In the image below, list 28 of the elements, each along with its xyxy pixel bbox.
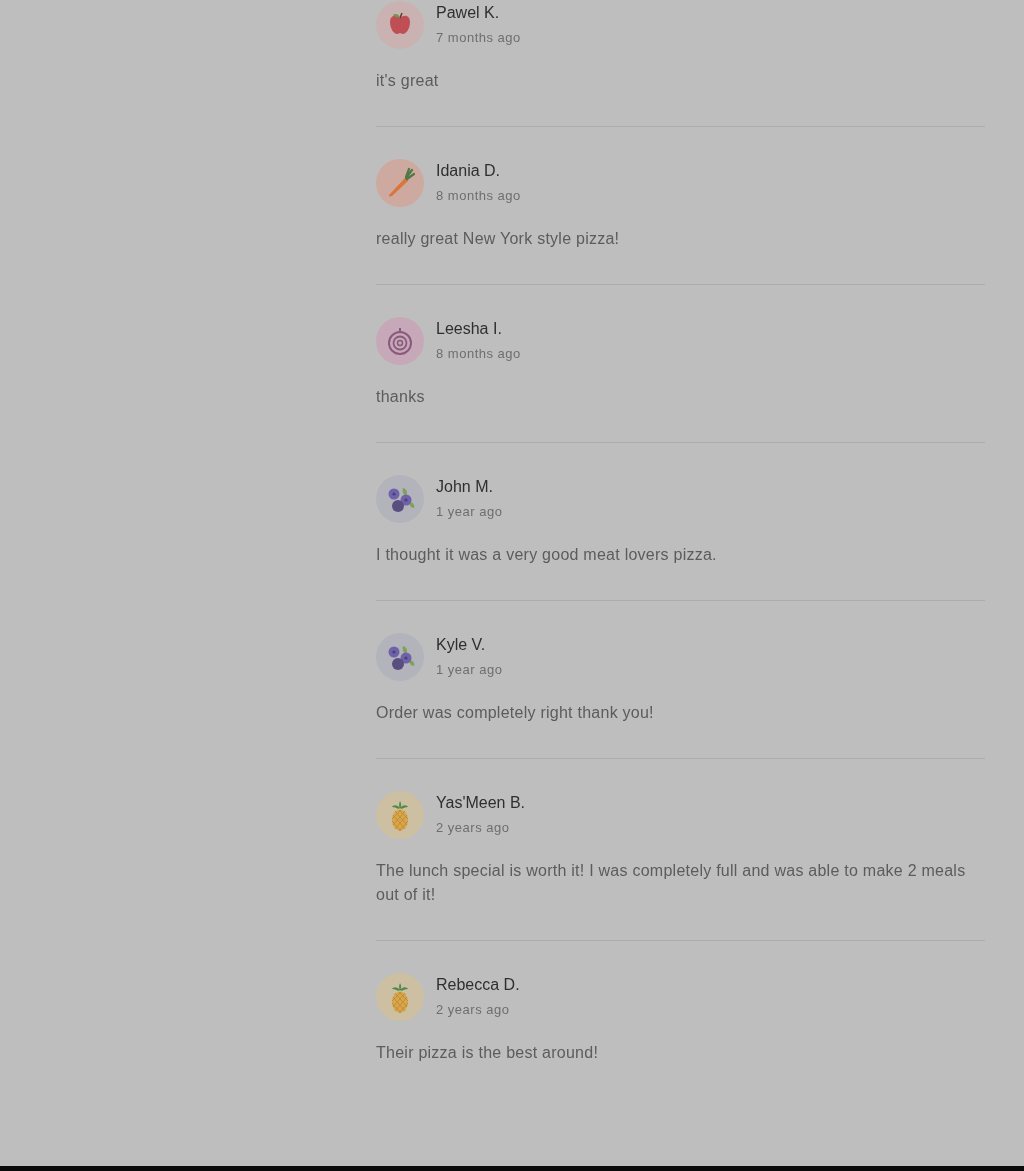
- review-time: 1 year ago: [436, 503, 503, 521]
- review-time: 1 year ago: [436, 661, 503, 679]
- carrot-avatar-icon: [376, 159, 424, 207]
- review-text: thanks: [376, 387, 426, 407]
- review-text: Their pizza is the best around!: [376, 1043, 600, 1063]
- review-time: 8 months ago: [436, 345, 521, 363]
- reviewer-name: Idania D.: [436, 161, 501, 181]
- review-text: Order was completely right thank you!: [376, 703, 655, 723]
- reviewer-name: Pawel K.: [436, 3, 500, 23]
- pineapple-avatar-icon: [376, 973, 424, 1021]
- reviewer-name: Yas'Meen B.: [436, 793, 526, 813]
- onion-avatar-icon: [376, 317, 424, 365]
- reviewer-name: Kyle V.: [436, 635, 486, 655]
- reviewer-name: Rebecca D.: [436, 975, 520, 995]
- review-time: 2 years ago: [436, 1001, 510, 1019]
- reviewer-name: John M.: [436, 477, 493, 497]
- apple-avatar-icon: [376, 1, 424, 49]
- review-text: I thought it was a very good meat lovers pizza.: [376, 545, 718, 565]
- berries-avatar-icon: [376, 475, 424, 523]
- berries-avatar-icon: [376, 633, 424, 681]
- review-text: it's great: [376, 71, 440, 91]
- review-time: 8 months ago: [436, 187, 521, 205]
- pineapple-avatar-icon: [376, 791, 424, 839]
- reviewer-name: Leesha I.: [436, 319, 502, 339]
- review-text: really great New York style pizza!: [376, 229, 621, 249]
- review-time: 2 years ago: [436, 819, 510, 837]
- review-text: The lunch special is worth it! I was completely full and was able to make 2 meals out of it!: [376, 861, 967, 905]
- review-time: 7 months ago: [436, 29, 521, 47]
